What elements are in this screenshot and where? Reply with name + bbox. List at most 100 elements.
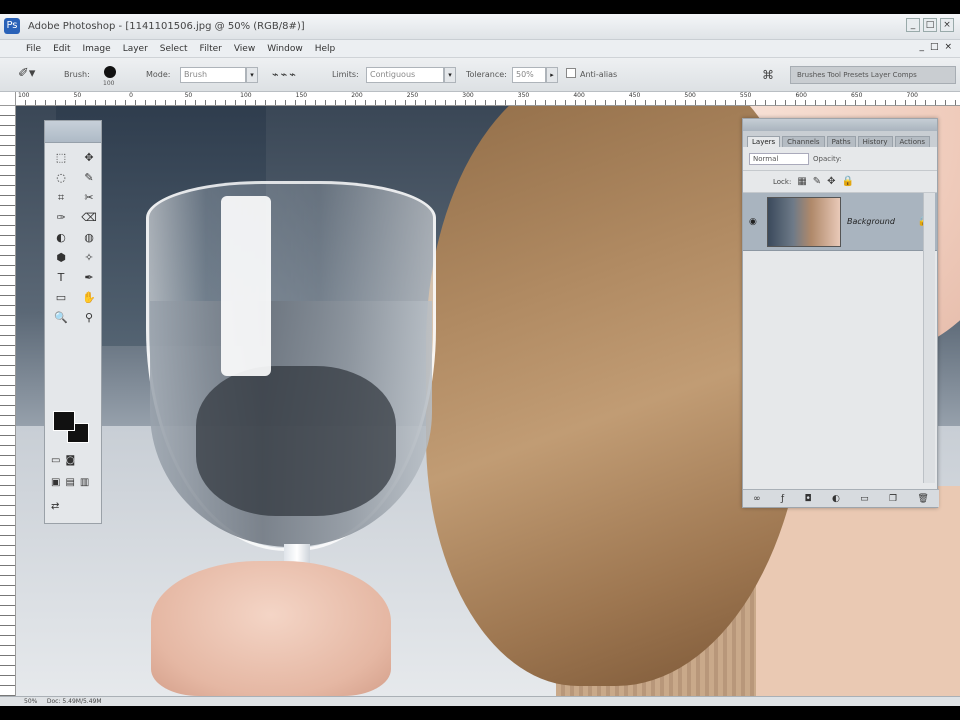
menu-window[interactable]: Window [267,44,303,54]
pen-tool-icon[interactable]: ✒ [77,269,101,286]
visibility-eye-icon[interactable]: ◉ [749,217,761,227]
ruler-tick-label: 100 [238,92,294,100]
tolerance-input[interactable]: 50% [512,67,546,83]
anti-alias-checkbox[interactable] [566,68,576,78]
close-button[interactable]: × [940,18,954,32]
quick-mask-controls: ▭ ◙ [51,455,75,466]
menu-bar: File Edit Image Layer Select Filter View… [0,40,960,58]
tab-history[interactable]: History [857,136,893,147]
tab-paths[interactable]: Paths [826,136,856,147]
limits-label: Limits: [332,70,359,79]
ruler-tick-label: 650 [848,92,905,100]
ruler-tick-label: 150 [293,92,350,100]
full-screen-icon[interactable]: ▤ [65,477,74,488]
doc-restore-button[interactable]: □ [930,42,939,52]
lock-position-icon[interactable]: ✥ [827,176,835,187]
tools-palette-header[interactable] [45,121,101,143]
menu-filter[interactable]: Filter [200,44,222,54]
move-tool-icon[interactable]: ✥ [77,149,101,166]
history-brush-icon[interactable]: ◍ [77,229,101,246]
blur-tool-icon[interactable]: ✧ [77,249,101,266]
style-icon[interactable]: ƒ [781,494,784,504]
doc-size: Doc: 5.49M/5.49M [46,698,102,705]
adjust-icon[interactable]: ◐ [832,494,840,504]
screen-mode-icon[interactable]: ▣ [51,477,60,488]
quick-mask-icon[interactable]: ◙ [65,455,75,466]
brush-preview[interactable] [104,66,116,78]
minimize-button[interactable]: _ [906,18,920,32]
trash-icon[interactable]: 🗑 [917,494,928,504]
vertical-ruler[interactable] [0,106,16,696]
foreground-color-swatch[interactable] [53,411,75,431]
limits-dropdown-icon[interactable]: ▾ [444,67,456,83]
ruler-tick-label: 700 [904,92,960,100]
lock-image-icon[interactable]: ✎ [813,176,821,187]
layer-row-background[interactable]: ◉ Background 🔒 [743,193,937,251]
maximize-button[interactable]: □ [923,18,937,32]
palette-well-icon[interactable]: ⌘ [762,68,774,82]
ruler-tick-label: 350 [515,92,572,100]
lock-label: Lock: [773,177,792,186]
color-swatches[interactable] [53,411,93,445]
zoom-tool-icon[interactable]: 🔍 [49,309,73,326]
menu-help[interactable]: Help [315,44,336,54]
options-bar: ✐▾ Brush: 100 Mode: Brush ▾ ⌁⌁⌁ Limits: … [0,58,960,92]
folder-icon[interactable]: ▭ [860,494,869,504]
ruler-origin[interactable] [0,92,16,106]
menu-select[interactable]: Select [160,44,188,54]
jump-to-imageready-icon[interactable]: ⇄ [51,501,59,512]
limits-select[interactable]: Contiguous [366,67,444,83]
layers-scrollbar[interactable] [923,193,935,483]
tab-actions[interactable]: Actions [894,136,931,147]
tolerance-dropdown-icon[interactable]: ▸ [546,67,558,83]
marquee-tool-icon[interactable]: ⬚ [49,149,73,166]
zoom-level[interactable]: 50% [24,698,37,705]
tab-channels[interactable]: Channels [782,136,825,147]
slice-tool-icon[interactable]: ✂ [77,189,101,206]
erase-mode-icons[interactable]: ⌁⌁⌁ [272,68,298,81]
new-layer-icon[interactable]: ❐ [889,494,897,504]
doc-minimize-button[interactable]: _ [919,42,924,52]
eyedropper-tool-icon[interactable]: ⚲ [77,309,101,326]
menu-view[interactable]: View [234,44,255,54]
layers-panel: Layers Channels Paths History Actions No… [742,118,939,508]
photo-hand [151,561,391,696]
ruler-tick-label: 550 [737,92,794,100]
layers-panel-titlebar[interactable] [743,119,937,131]
tab-layers[interactable]: Layers [747,136,781,147]
menu-file[interactable]: File [26,44,41,54]
full-screen-menu-icon[interactable]: ▥ [80,477,89,488]
ruler-tick-label: 600 [793,92,849,100]
type-tool-icon[interactable]: T [49,269,73,286]
gradient-tool-icon[interactable]: ⬢ [49,249,73,266]
layers-panel-footer: ∞ ƒ ◘ ◐ ▭ ❐ 🗑 [743,489,939,507]
mask-icon[interactable]: ◘ [804,494,811,504]
menu-image[interactable]: Image [83,44,111,54]
clone-stamp-icon[interactable]: ◐ [49,229,73,246]
layer-name: Background [847,217,895,226]
ruler-numbers: 100 50 0 50 100 150 200 250 300 350 400 … [16,92,960,100]
lock-all-icon[interactable]: 🔒 [842,176,854,187]
lock-transparency-icon[interactable]: ▦ [797,176,806,187]
photo-glass-highlight [221,196,271,376]
palette-well-label: Brushes Tool Presets Layer Comps [797,71,917,79]
crop-tool-icon[interactable]: ⌗ [49,189,73,206]
palette-well[interactable]: Brushes Tool Presets Layer Comps [790,66,956,84]
lasso-tool-icon[interactable]: ◌ [49,169,73,186]
healing-brush-icon[interactable]: ✑ [49,209,73,226]
magic-wand-tool-icon[interactable]: ✎ [77,169,101,186]
shape-tool-icon[interactable]: ▭ [49,289,73,306]
mode-dropdown-icon[interactable]: ▾ [246,67,258,83]
menu-edit[interactable]: Edit [53,44,70,54]
eraser-tool-icon[interactable]: ⌫ [77,209,101,226]
standard-mode-icon[interactable]: ▭ [51,455,60,466]
doc-close-button[interactable]: × [944,42,952,52]
hand-tool-icon[interactable]: ✋ [77,289,101,306]
blend-mode-select[interactable]: Normal [749,152,809,165]
photoshop-icon: Ps [4,18,20,34]
magic-eraser-icon[interactable]: ✐▾ [18,66,40,84]
mode-label: Mode: [146,70,171,79]
mode-select[interactable]: Brush [180,67,246,83]
menu-layer[interactable]: Layer [123,44,148,54]
link-icon[interactable]: ∞ [753,494,761,504]
